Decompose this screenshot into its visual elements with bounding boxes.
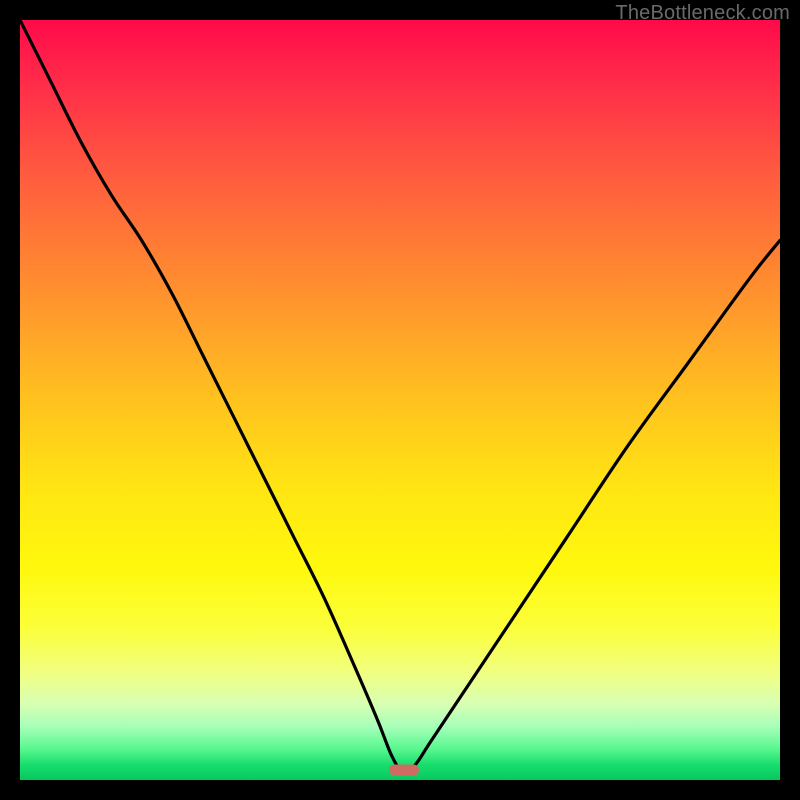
optimum-marker	[389, 765, 419, 776]
chart-frame: TheBottleneck.com	[0, 0, 800, 800]
plot-area	[20, 20, 780, 780]
bottleneck-curve	[20, 20, 780, 780]
watermark-text: TheBottleneck.com	[615, 2, 790, 25]
